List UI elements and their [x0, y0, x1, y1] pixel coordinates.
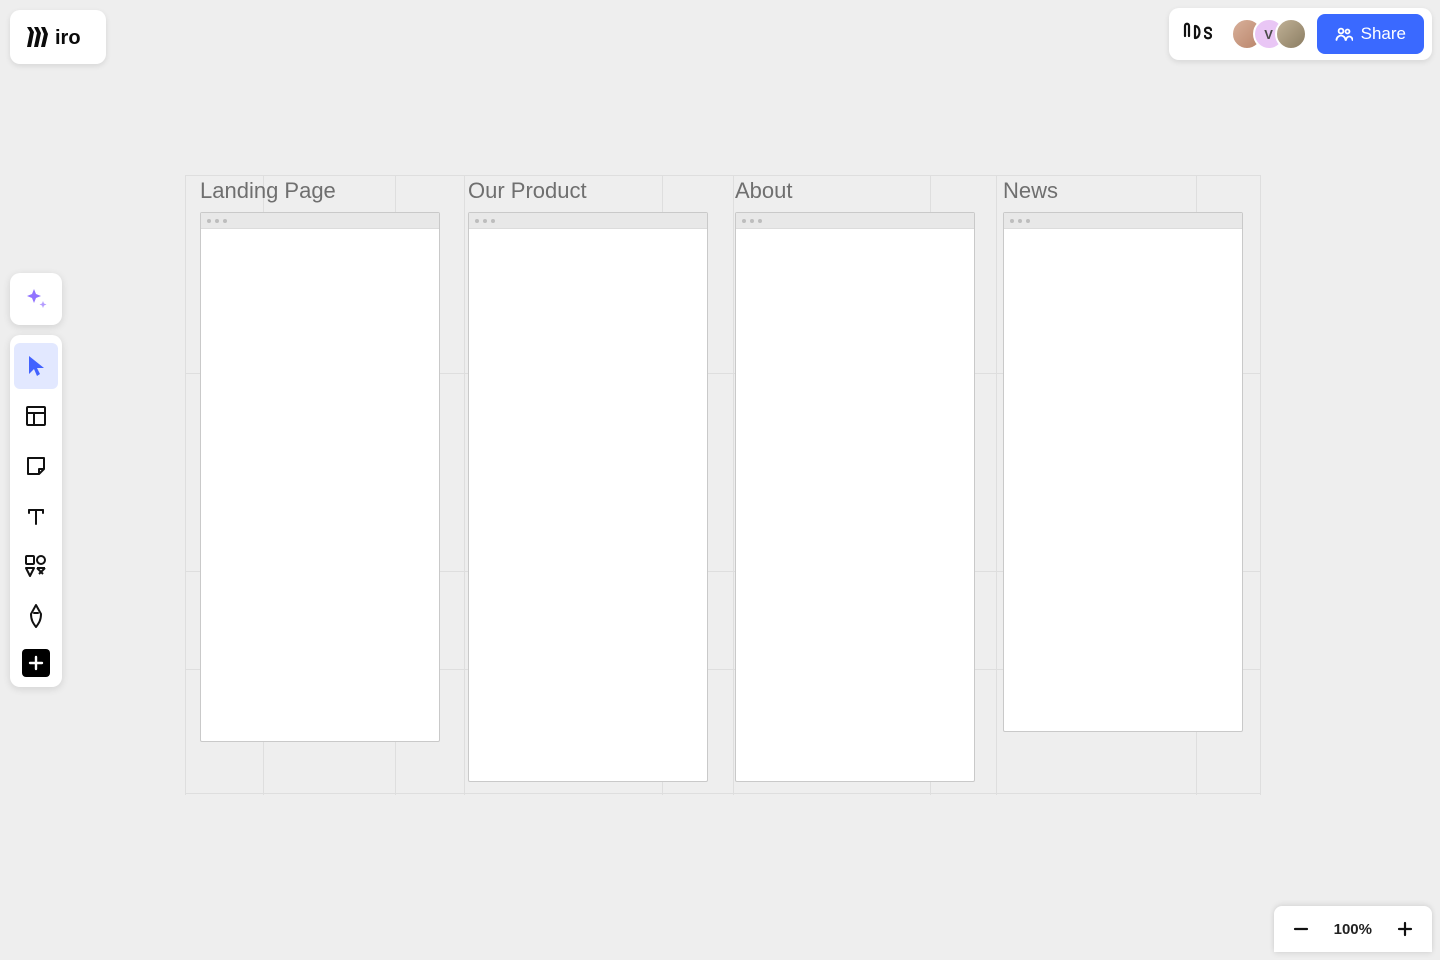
- top-right-controls: V Share: [1169, 8, 1432, 60]
- minus-icon: [1292, 920, 1310, 938]
- zoom-controls: 100%: [1274, 906, 1432, 952]
- ai-sparkle-icon: [23, 286, 49, 312]
- window-dot-icon: [742, 219, 746, 223]
- frame-box[interactable]: [735, 212, 975, 782]
- grid-line: [733, 175, 734, 795]
- tool-shapes[interactable]: [14, 543, 58, 589]
- frame-label[interactable]: About: [735, 178, 975, 204]
- collaborator-avatars[interactable]: V: [1231, 18, 1307, 50]
- grid-line: [464, 175, 465, 795]
- frame-label[interactable]: Landing Page: [200, 178, 440, 204]
- window-dot-icon: [758, 219, 762, 223]
- frame-label[interactable]: News: [1003, 178, 1243, 204]
- share-people-icon: [1335, 26, 1353, 42]
- cursor-icon: [25, 354, 47, 378]
- wireframe-frame[interactable]: News: [1003, 178, 1243, 732]
- frame-box[interactable]: [468, 212, 708, 782]
- frame-browser-chrome: [1004, 213, 1242, 229]
- window-dot-icon: [223, 219, 227, 223]
- wireframe-frame[interactable]: Our Product: [468, 178, 708, 782]
- window-dot-icon: [215, 219, 219, 223]
- avatar-initial: V: [1264, 27, 1273, 42]
- reactions-button[interactable]: [1177, 14, 1221, 54]
- wireframe-frame[interactable]: About: [735, 178, 975, 782]
- window-dot-icon: [207, 219, 211, 223]
- frame-browser-chrome: [469, 213, 707, 229]
- app-logo[interactable]: iro: [10, 10, 106, 64]
- zoom-in-button[interactable]: [1390, 914, 1420, 944]
- tool-pen[interactable]: [14, 593, 58, 639]
- plus-icon: [28, 655, 44, 671]
- tool-templates[interactable]: [14, 393, 58, 439]
- window-dot-icon: [1010, 219, 1014, 223]
- frame-label[interactable]: Our Product: [468, 178, 708, 204]
- zoom-out-button[interactable]: [1286, 914, 1316, 944]
- window-dot-icon: [475, 219, 479, 223]
- window-dot-icon: [483, 219, 487, 223]
- grid-line: [185, 175, 186, 795]
- window-dot-icon: [1026, 219, 1030, 223]
- wireframe-frame[interactable]: Landing Page: [200, 178, 440, 742]
- tool-more[interactable]: [22, 649, 50, 677]
- grid-line: [1260, 175, 1261, 795]
- reactions-icon: [1179, 20, 1219, 48]
- miro-logo-icon: iro: [25, 25, 91, 49]
- window-dot-icon: [750, 219, 754, 223]
- share-button[interactable]: Share: [1317, 14, 1424, 54]
- sticky-note-icon: [24, 454, 48, 478]
- grid-line: [996, 175, 997, 795]
- window-dot-icon: [1018, 219, 1022, 223]
- template-icon: [24, 404, 48, 428]
- tool-sticky-note[interactable]: [14, 443, 58, 489]
- tool-text[interactable]: [14, 493, 58, 539]
- frame-browser-chrome: [201, 213, 439, 229]
- text-icon: [24, 504, 48, 528]
- grid-line: [185, 793, 1260, 794]
- share-label: Share: [1361, 24, 1406, 44]
- tool-select[interactable]: [14, 343, 58, 389]
- pen-icon: [24, 603, 48, 629]
- frame-box[interactable]: [1003, 212, 1243, 732]
- grid-line: [185, 175, 1260, 176]
- frame-browser-chrome: [736, 213, 974, 229]
- frame-box[interactable]: [200, 212, 440, 742]
- avatar[interactable]: [1275, 18, 1307, 50]
- left-toolbar: [10, 335, 62, 687]
- window-dot-icon: [491, 219, 495, 223]
- zoom-level[interactable]: 100%: [1334, 921, 1372, 938]
- shapes-icon: [23, 553, 49, 579]
- plus-icon: [1396, 920, 1414, 938]
- tool-ai[interactable]: [10, 273, 62, 325]
- svg-text:iro: iro: [55, 27, 81, 49]
